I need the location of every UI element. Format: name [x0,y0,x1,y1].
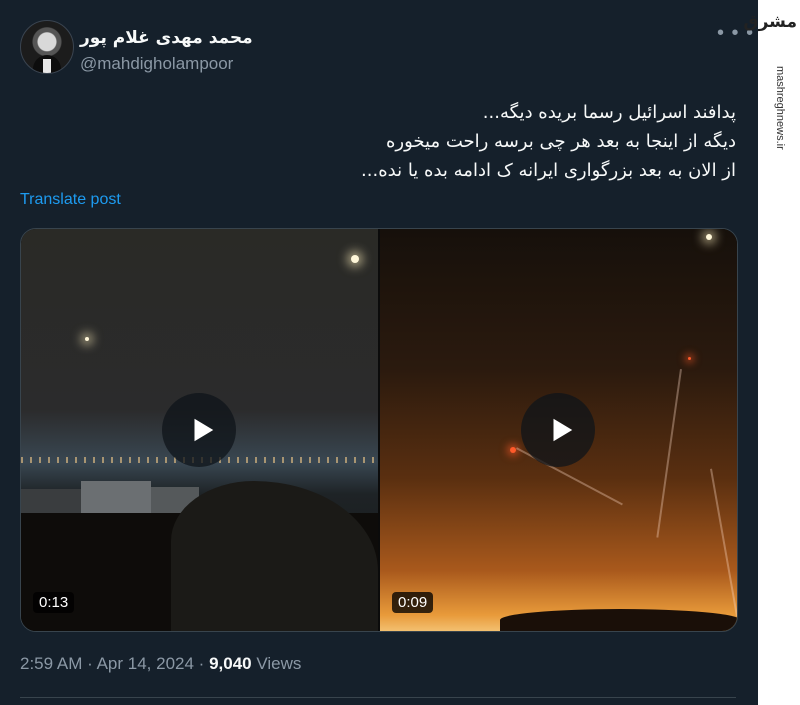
video-thumbnail-1[interactable]: 0:13 [21,229,378,631]
watermark-logo: مشرق [743,12,797,32]
meta-separator: · [87,654,93,673]
play-button[interactable] [521,393,595,467]
avatar-shirt-shape [43,59,51,73]
translate-post-link[interactable]: Translate post [20,191,121,209]
sky-light [85,337,89,341]
treeline [500,609,737,631]
play-icon [194,418,213,442]
author-handle[interactable]: @mahdigholampoor [80,54,233,74]
tweet-text-line: از الان به بعد بزرگواری ایرانه ک ادامه ب… [361,160,736,181]
tweet-date[interactable]: Apr 14, 2024 [97,654,194,673]
tweet-text: پدافند اسرائیل رسما بریده دیگه... دیگه ا… [236,98,736,185]
building [21,489,81,513]
tweet-text-line: دیگه از اینجا به بعد هر چی برسه راحت میخ… [386,131,736,152]
play-button[interactable] [162,393,236,467]
tweet-meta: 2:59 AM · Apr 14, 2024 · 9,040 Views [20,654,301,674]
views-label: Views [256,654,302,673]
sky-light [351,255,359,263]
avatar[interactable] [20,20,74,74]
divider-line [20,697,736,698]
media-grid: 0:13 0:09 [20,228,738,632]
meta-separator: · [198,654,205,673]
sky-light [706,234,712,240]
video-duration: 0:09 [392,592,434,613]
watermark-site: mashreghnews.ir [774,66,786,150]
missile-trail [710,468,737,617]
author-display-name[interactable]: محمد مهدی غلام پور [80,28,253,48]
views-count: 9,040 [209,654,252,673]
interceptor-light [688,357,691,360]
building [81,481,151,513]
tweet-time[interactable]: 2:59 AM [20,654,82,673]
video-thumbnail-2[interactable]: 0:09 [380,229,737,631]
tweet-text-line: پدافند اسرائیل رسما بریده دیگه... [482,102,736,123]
play-icon [553,418,572,442]
video-duration: 0:13 [33,592,75,613]
hill-shape [171,481,378,631]
missile-trail [656,369,682,538]
tweet-card[interactable]: محمد مهدی غلام پور @mahdigholampoor • • … [0,0,758,705]
